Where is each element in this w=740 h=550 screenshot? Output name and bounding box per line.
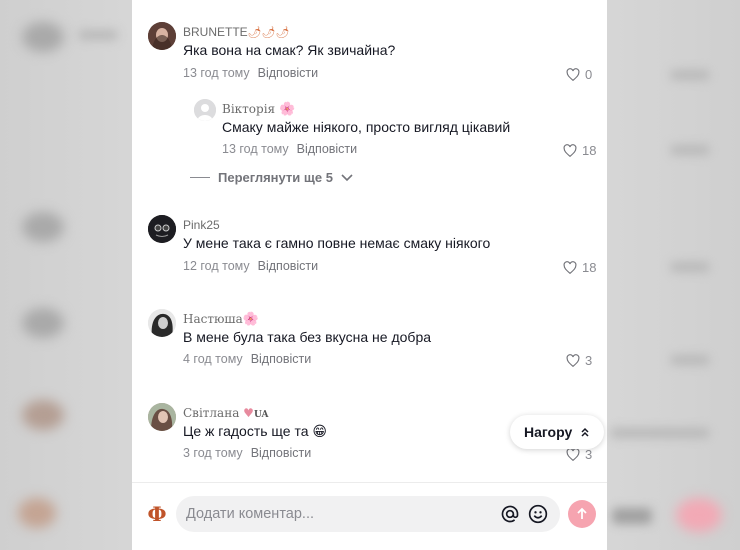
comment-meta: 4 год тому Відповісти [183, 352, 311, 366]
heart-icon [563, 144, 577, 157]
avatar[interactable] [148, 309, 176, 337]
like-button[interactable]: 3 [566, 447, 592, 462]
chili-emoji: 🌶🌶🌶 [247, 27, 290, 39]
heart-emoji: ♥ [243, 406, 254, 420]
comment-text: Це ж гадость ще та 😁 [183, 423, 327, 439]
view-more-replies-button[interactable]: Переглянути ще 5 [190, 170, 353, 185]
comment-username[interactable]: Вікторія 🌸 [222, 102, 295, 117]
comment-time: 13 год тому [222, 142, 289, 156]
comments-panel: BRUNETTE🌶🌶🌶 Яка вона на смак? Як звичайн… [132, 0, 607, 550]
heart-icon [566, 354, 580, 367]
heart-icon [566, 448, 580, 461]
ua-badge: UA [253, 410, 269, 420]
like-count: 3 [585, 447, 593, 462]
double-chevron-up-icon [581, 427, 589, 437]
comment-text: Смаку майже ніякого, просто вигляд цікав… [222, 119, 511, 135]
comment-username[interactable]: Світлана ♥UA [183, 406, 269, 420]
emoji-button[interactable] [526, 502, 550, 526]
reply-button[interactable]: Відповісти [251, 352, 312, 366]
chevron-down-icon [341, 173, 353, 181]
heart-icon [563, 261, 577, 274]
like-count: 3 [585, 353, 593, 368]
reply-button[interactable]: Відповісти [258, 259, 319, 273]
send-button[interactable] [568, 500, 596, 528]
like-count: 18 [582, 260, 597, 275]
comment-composer: Ф [132, 482, 607, 550]
flower-emoji: 🌸 [242, 312, 259, 327]
emoji-icon [528, 504, 548, 524]
comment-input-wrapper [176, 496, 560, 532]
avatar[interactable] [194, 99, 216, 121]
like-count: 18 [582, 143, 597, 158]
reply-button[interactable]: Відповісти [258, 66, 319, 80]
comment-username[interactable]: BRUNETTE🌶🌶🌶 [183, 25, 290, 39]
comment-meta: 12 год тому Відповісти [183, 259, 318, 273]
flower-emoji: 🌸 [278, 102, 296, 117]
comment-text: В мене була така без вкусна не добра [183, 329, 432, 345]
comment-meta: 13 год тому Відповісти [183, 66, 318, 80]
back-to-top-label: Нагору [524, 424, 573, 440]
avatar[interactable] [148, 22, 176, 50]
like-button[interactable]: 3 [566, 353, 592, 368]
at-icon [501, 505, 519, 523]
comment-username[interactable]: Настюша🌸 [183, 312, 259, 327]
comment-time: 13 год тому [183, 66, 250, 80]
comment-text: У мене така є гамно повне немає смаку ні… [183, 235, 491, 251]
avatar[interactable] [148, 215, 176, 243]
like-button[interactable]: 18 [563, 143, 596, 158]
back-to-top-button[interactable]: Нагору [510, 415, 605, 449]
comment-username[interactable]: Pink25 [183, 218, 220, 232]
like-button[interactable]: 18 [563, 260, 596, 275]
comment-meta: 13 год тому Відповісти [222, 142, 357, 156]
divider-line [190, 177, 210, 178]
comment-text: Яка вона на смак? Як звичайна? [183, 42, 396, 58]
reply-button[interactable]: Відповісти [297, 142, 358, 156]
comment-time: 4 год тому [183, 352, 243, 366]
my-avatar[interactable]: Ф [144, 501, 170, 527]
comment-time: 3 год тому [183, 446, 243, 460]
comment-input[interactable] [184, 505, 488, 523]
reply-button[interactable]: Відповісти [251, 446, 312, 460]
mention-button[interactable] [498, 502, 522, 526]
like-button[interactable]: 0 [566, 67, 592, 82]
view-more-label: Переглянути ще 5 [218, 170, 333, 185]
arrow-up-icon [577, 507, 587, 519]
avatar[interactable] [148, 403, 176, 431]
heart-icon [566, 68, 580, 81]
comment-time: 12 год тому [183, 259, 250, 273]
like-count: 0 [585, 67, 593, 82]
comment-meta: 3 год тому Відповісти [183, 446, 311, 460]
